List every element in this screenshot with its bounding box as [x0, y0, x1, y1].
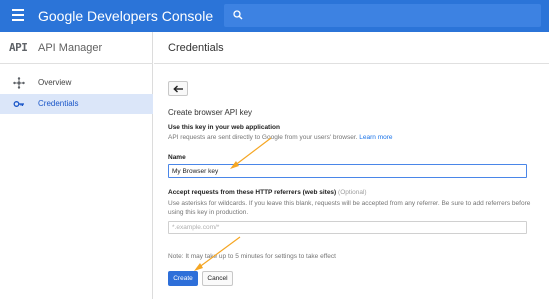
referrers-label-text: Accept requests from these HTTP referrer…: [168, 189, 337, 196]
usage-description-text: API requests are sent directly to Google…: [168, 134, 358, 141]
key-icon: [13, 101, 24, 107]
sidebar-item-overview[interactable]: Overview: [0, 73, 153, 93]
optional-hint: (Optional): [338, 189, 367, 196]
sidebar-header: API API Manager: [0, 32, 153, 64]
overview-icon: [13, 77, 25, 89]
sidebar-title[interactable]: API Manager: [38, 42, 102, 54]
settings-note: Note: It may take up to 5 minutes for se…: [168, 253, 336, 260]
form-heading: Create browser API key: [168, 108, 253, 117]
referrers-description: Use asterisks for wildcards. If you leav…: [168, 200, 531, 216]
learn-more-link[interactable]: Learn more: [359, 134, 392, 141]
page-header: Credentials: [154, 32, 549, 64]
sidebar-item-label: Credentials: [38, 99, 79, 108]
app-brand[interactable]: Google Developers Console: [38, 8, 213, 24]
name-label: Name: [168, 154, 186, 161]
referrers-input[interactable]: [168, 221, 527, 234]
sidebar-item-credentials[interactable]: Credentials: [0, 94, 153, 114]
referrers-label: Accept requests from these HTTP referrer…: [168, 189, 367, 196]
menu-icon[interactable]: [12, 9, 24, 21]
usage-heading: Use this key in your web application: [168, 124, 280, 131]
search-icon: [233, 10, 243, 20]
search-bar[interactable]: [224, 4, 541, 27]
create-button[interactable]: Create: [168, 271, 198, 286]
page-title: Credentials: [168, 42, 224, 54]
cancel-button[interactable]: Cancel: [202, 271, 233, 286]
sidebar-item-label: Overview: [38, 78, 72, 87]
arrow-left-icon: [173, 85, 183, 93]
name-input[interactable]: [168, 164, 527, 178]
usage-description: API requests are sent directly to Google…: [168, 134, 393, 141]
top-app-bar: Google Developers Console: [0, 0, 549, 32]
sidebar: API API Manager Overview Credentials: [0, 32, 153, 299]
api-logo: API: [9, 41, 28, 54]
back-button[interactable]: [168, 81, 188, 96]
